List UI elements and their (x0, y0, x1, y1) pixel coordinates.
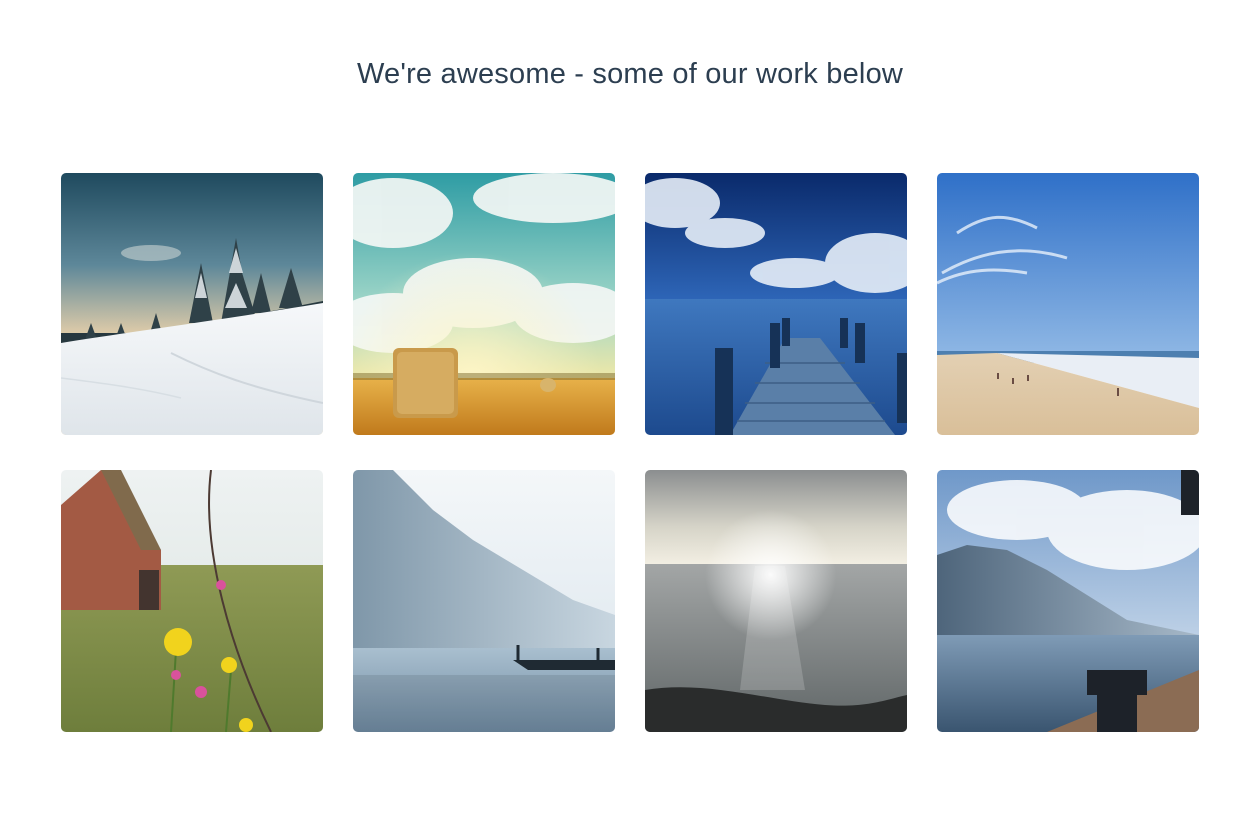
gallery-item-wildflowers-barn[interactable] (61, 470, 323, 732)
wildflowers-barn-image (61, 470, 323, 732)
beach-shoreline-image (937, 173, 1199, 435)
gallery-item-misty-lake-boat[interactable] (353, 470, 615, 732)
sunlit-sea-image (645, 470, 907, 732)
gallery-item-beach[interactable] (937, 173, 1199, 435)
gallery-item-snowy-forest[interactable] (61, 173, 323, 435)
hay-bale-field-image (353, 173, 615, 435)
section-heading: We're awesome - some of our work below (356, 58, 904, 90)
misty-lake-boat-image (353, 470, 615, 732)
snowy-forest-image (61, 173, 323, 435)
gallery-item-wooden-pier[interactable] (645, 173, 907, 435)
gallery-item-lake-dock-mountains[interactable] (937, 470, 1199, 732)
portfolio-gallery (61, 173, 1201, 732)
lake-dock-mountains-image (937, 470, 1199, 732)
gallery-item-hay-bale-clouds[interactable] (353, 173, 615, 435)
wooden-pier-sea-image (645, 173, 907, 435)
gallery-item-sunlit-sea[interactable] (645, 470, 907, 732)
